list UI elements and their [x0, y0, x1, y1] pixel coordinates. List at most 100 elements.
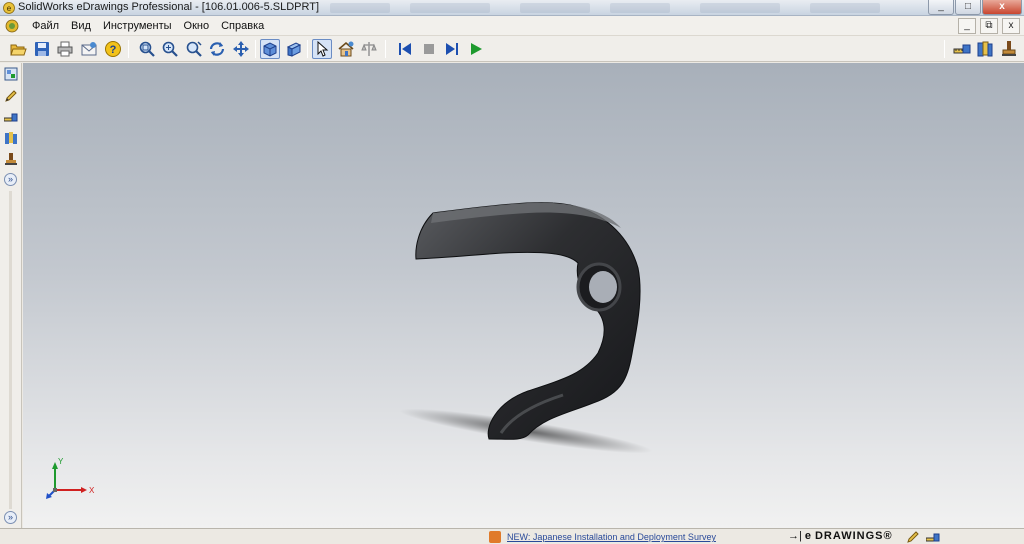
components-icon: [4, 67, 18, 81]
toolbar-separator: [128, 40, 129, 58]
measure-panel-button[interactable]: [3, 109, 19, 125]
stop-button[interactable]: [419, 39, 439, 59]
menu-tools[interactable]: Инструменты: [97, 19, 178, 33]
news-link[interactable]: NEW: Japanese Installation and Deploymen…: [507, 532, 716, 542]
news-feed: NEW: Japanese Installation and Deploymen…: [489, 531, 716, 543]
hook-part[interactable]: [415, 202, 641, 440]
open-button[interactable]: [8, 39, 28, 59]
menu-items: Файл Вид Инструменты Окно Справка: [26, 19, 270, 33]
background-tab-ghost: [330, 3, 390, 13]
document-window-controls: _ ⧉ x: [958, 18, 1020, 34]
menu-help[interactable]: Справка: [215, 19, 270, 33]
close-document-button[interactable]: x: [1002, 18, 1020, 34]
brand-text: DRAWINGS®: [814, 530, 893, 542]
brand-logo: e: [804, 530, 812, 542]
menu-file[interactable]: Файл: [26, 19, 65, 33]
shaded-view-icon: [263, 42, 277, 57]
menu-window[interactable]: Окно: [178, 19, 216, 33]
next-frame-button[interactable]: [442, 39, 462, 59]
background-tab-ghost: [810, 3, 880, 13]
menu-bar: Файл Вид Инструменты Окно Справка _ ⧉ x: [0, 16, 1024, 36]
zoom-fit-icon: [139, 41, 155, 57]
stamp-icon: [1002, 41, 1016, 56]
hook-hole-inner: [589, 271, 617, 303]
background-tab-ghost: [700, 3, 780, 13]
edrawings-window: e SolidWorks eDrawings Professional - [1…: [0, 0, 1024, 544]
play-button[interactable]: [466, 39, 486, 59]
stamp-panel-button[interactable]: [3, 151, 19, 167]
stamp-icon: [5, 153, 17, 165]
toolbar-separator: [944, 40, 945, 58]
model-viewport[interactable]: X Y: [23, 63, 1024, 528]
home-view-icon: [338, 41, 354, 57]
brand-arrow-icon: →|: [788, 530, 802, 542]
zoom-button[interactable]: [184, 39, 204, 59]
select-button[interactable]: [312, 39, 332, 59]
measure-icon: [953, 44, 971, 54]
stamp-button[interactable]: [999, 39, 1019, 59]
markup-pencil-icon[interactable]: [906, 530, 920, 544]
play-icon: [471, 43, 482, 55]
help-icon: ?: [105, 41, 121, 57]
perspective-view-icon: [286, 42, 302, 57]
svg-text:?: ?: [110, 44, 117, 56]
minimize-window-button[interactable]: _: [928, 0, 954, 15]
y-axis-label: Y: [58, 457, 64, 466]
section-icon: [361, 42, 377, 56]
home-view-button[interactable]: [336, 39, 356, 59]
panel-scrollbar[interactable]: [9, 191, 12, 509]
first-frame-button[interactable]: [395, 39, 415, 59]
main-toolbar: ?: [0, 36, 1024, 62]
measure-icon[interactable]: [926, 530, 940, 544]
save-icon: [35, 42, 49, 56]
rotate-icon: [209, 42, 225, 56]
shaded-view-button[interactable]: [260, 39, 280, 59]
zoom-area-button[interactable]: [160, 39, 180, 59]
toolbar-separator: [255, 40, 256, 58]
send-icon: [81, 42, 97, 56]
markup-icon: [977, 41, 993, 57]
window-title: SolidWorks eDrawings Professional - [106…: [18, 1, 320, 13]
left-panel-bar: » »: [0, 63, 22, 528]
expand-panel-icon[interactable]: »: [4, 173, 17, 186]
zoom-fit-button[interactable]: [137, 39, 157, 59]
print-button[interactable]: [55, 39, 75, 59]
model-canvas: [399, 202, 653, 454]
edrawings-brand: →| e DRAWINGS®: [788, 530, 893, 542]
perspective-view-button[interactable]: [283, 39, 303, 59]
rotate-button[interactable]: [207, 39, 227, 59]
minimize-document-button[interactable]: _: [958, 18, 976, 34]
rss-icon: [489, 531, 501, 543]
markup-button[interactable]: [975, 39, 995, 59]
sheets-button[interactable]: [3, 130, 19, 146]
help-button[interactable]: ?: [103, 39, 123, 59]
section-button[interactable]: [359, 39, 379, 59]
next-frame-icon: [446, 43, 458, 55]
pan-icon: [233, 41, 249, 57]
zoom-icon: [186, 41, 202, 57]
menu-view[interactable]: Вид: [65, 19, 97, 33]
expand-bottom-panel-icon[interactable]: »: [4, 511, 17, 524]
toolbar-separator: [307, 40, 308, 58]
save-button[interactable]: [32, 39, 52, 59]
zoom-area-icon: [162, 41, 178, 57]
stop-icon: [424, 44, 434, 54]
background-tab-ghost: [520, 3, 590, 13]
open-icon: [10, 44, 27, 56]
measure-icon: [4, 113, 18, 122]
send-button[interactable]: [79, 39, 99, 59]
close-window-button[interactable]: x: [982, 0, 1022, 15]
sheets-icon: [5, 132, 17, 144]
background-tab-ghost: [410, 3, 490, 13]
components-button[interactable]: [3, 66, 19, 82]
axis-triad: X Y: [46, 457, 95, 499]
status-bar: NEW: Japanese Installation and Deploymen…: [0, 528, 1024, 544]
document-icon[interactable]: [5, 19, 19, 33]
measure-button[interactable]: [952, 39, 972, 59]
markup-pencil-button[interactable]: [3, 88, 19, 104]
x-axis-label: X: [89, 486, 95, 495]
title-bar: e SolidWorks eDrawings Professional - [1…: [0, 0, 1024, 16]
maximize-window-button[interactable]: □: [955, 0, 981, 15]
pan-button[interactable]: [231, 39, 251, 59]
restore-document-button[interactable]: ⧉: [980, 18, 998, 34]
